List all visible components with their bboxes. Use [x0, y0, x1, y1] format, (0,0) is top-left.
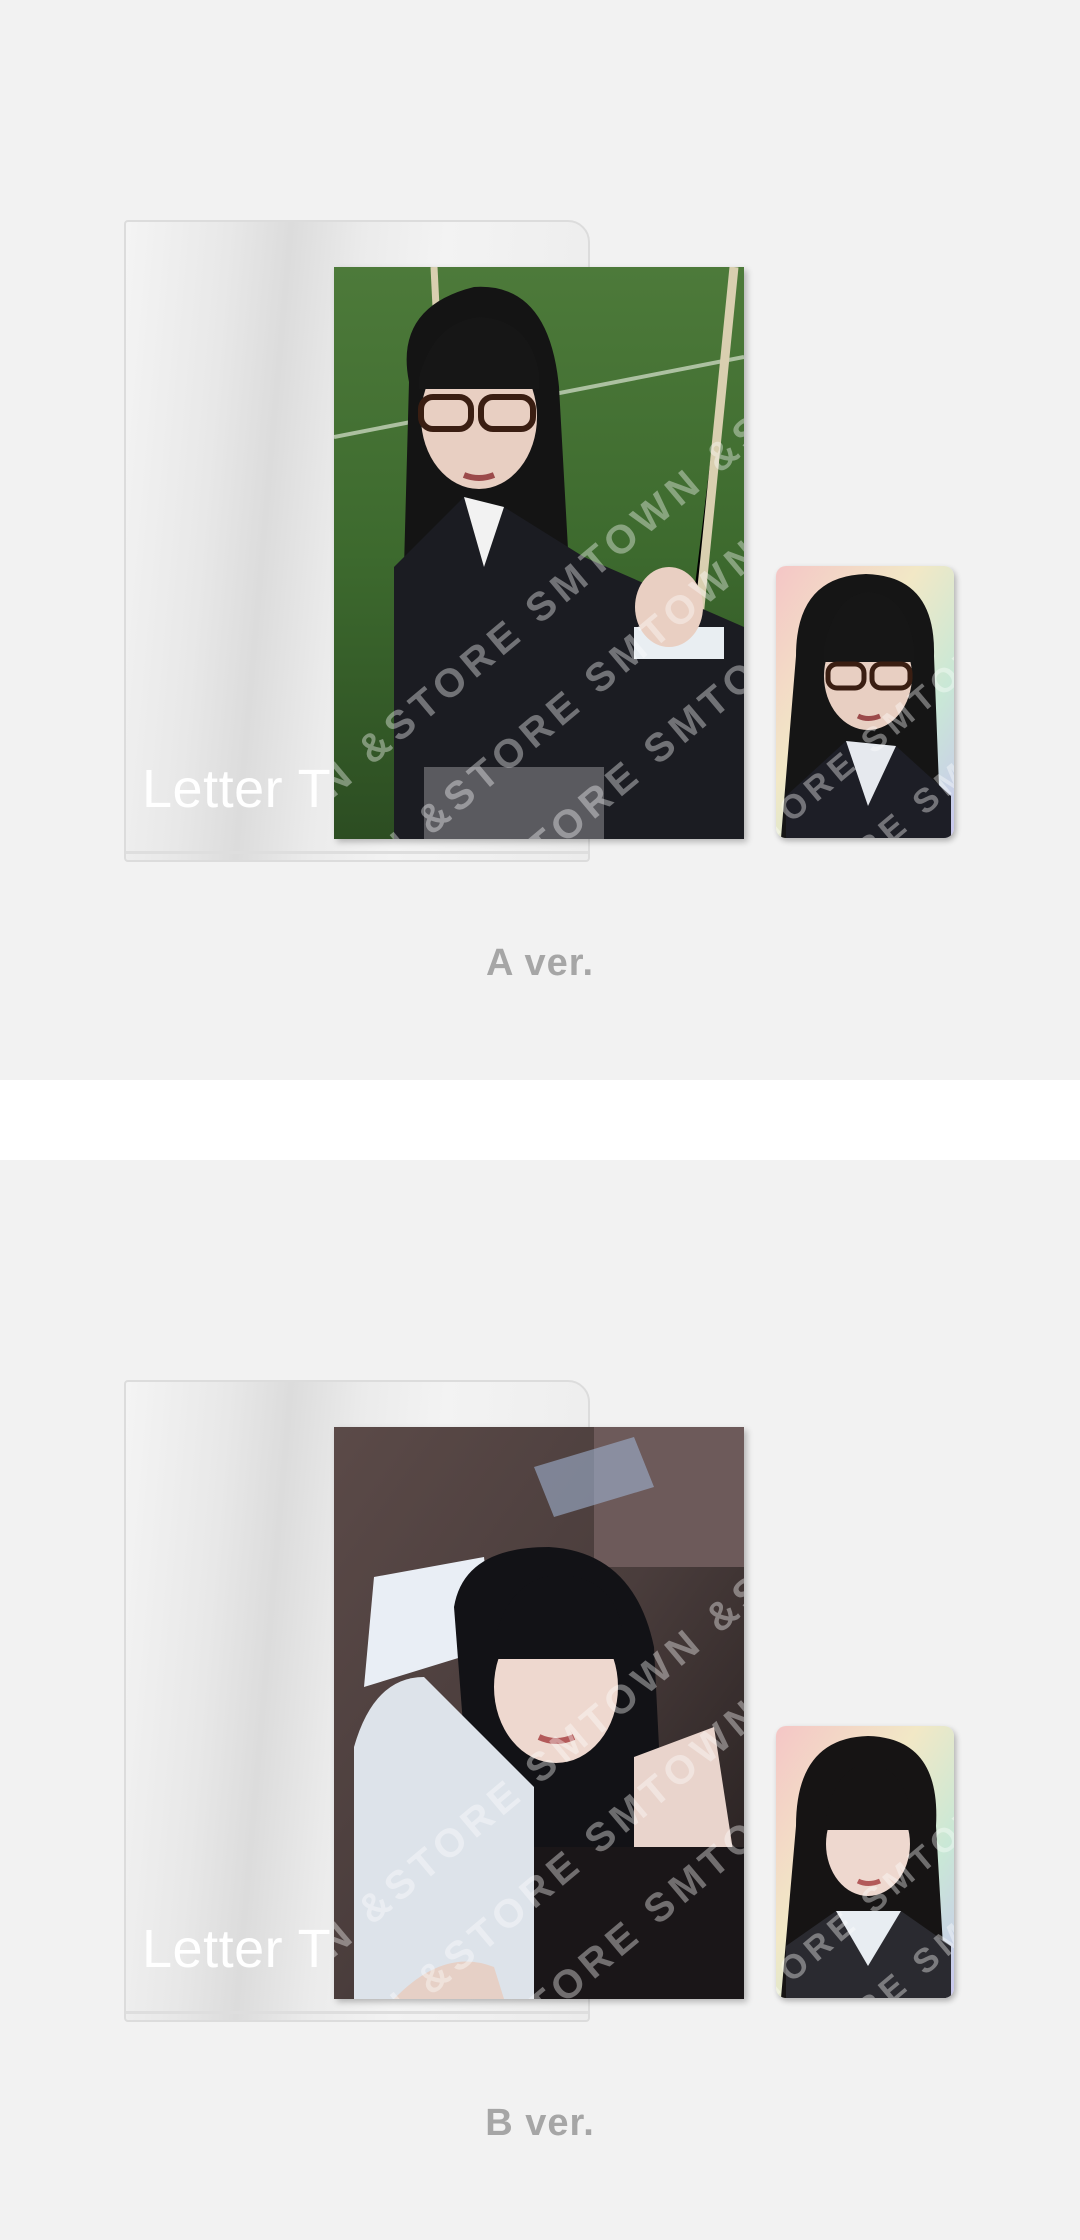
folder-label: Letter T	[142, 759, 332, 819]
photocard: SMTOWN &STORE SMTOWN &STORE SMTOWN &STOR…	[776, 566, 954, 838]
version-label: A ver.	[485, 942, 595, 984]
postcard-photo: SMTOWN &STORE SMTOWN &STORE SMTOWN &STOR…	[334, 267, 744, 839]
photocard: SMTOWN &STORE SMTOWN &STORE SMTOWN &STOR…	[776, 1726, 954, 1998]
version-label: B ver.	[485, 2102, 595, 2144]
postcard-photo: SMTOWN &STORE SMTOWN &STORE SMTOWN &STOR…	[334, 1427, 744, 1999]
version-b-panel: Letter T SMTOWN &STORE SMTOWN &STORE &ST…	[0, 1160, 1080, 2240]
version-a-panel: Letter T SMTOWN &STORE SMTOWN &STORE &ST…	[0, 0, 1080, 1080]
folder-label: Letter T	[142, 1919, 332, 1979]
